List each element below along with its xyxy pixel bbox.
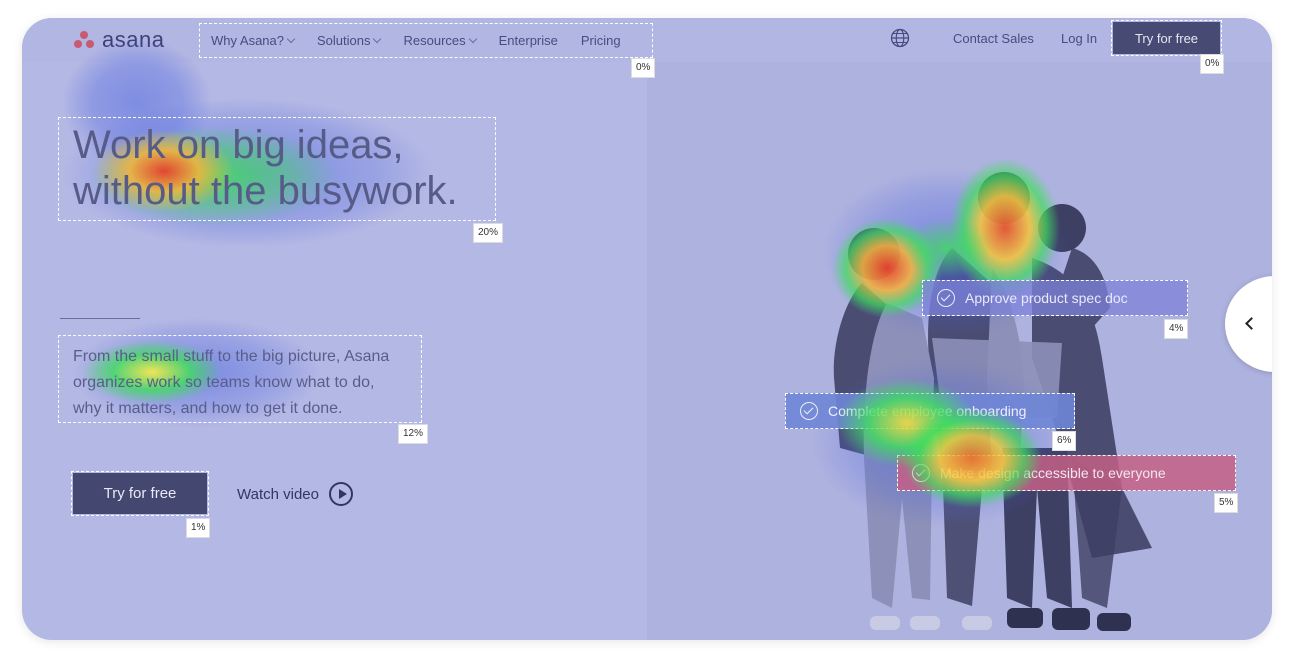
hero-paragraph: From the small stuff to the big picture,… — [73, 344, 443, 422]
task-attention-label: 4% — [1164, 319, 1189, 339]
check-circle-icon — [800, 402, 818, 420]
chevron-down-icon — [468, 34, 477, 44]
task-label: Make design accessible to everyone — [940, 465, 1166, 481]
nav-attention-label: 0% — [631, 58, 656, 78]
task-attention-label: 6% — [1052, 431, 1077, 451]
hero-headline: Work on big ideas, without the busywork. — [73, 122, 553, 214]
asana-logo-icon — [72, 30, 96, 50]
check-circle-icon — [937, 289, 955, 307]
task-attention-label: 5% — [1214, 493, 1239, 513]
asana-logo[interactable]: asana — [72, 27, 164, 53]
nav-why-asana[interactable]: Why Asana? — [211, 33, 296, 48]
headline-line-2: without the busywork. — [73, 169, 458, 213]
nav-enterprise[interactable]: Enterprise — [499, 33, 558, 48]
log-in-link[interactable]: Log In — [1061, 31, 1097, 46]
chevron-down-icon — [373, 34, 382, 44]
globe-icon[interactable] — [890, 28, 910, 48]
nav-label: Enterprise — [498, 33, 558, 48]
nav-pricing[interactable]: Pricing — [581, 33, 621, 48]
task-card-approve-spec[interactable]: Approve product spec doc — [922, 280, 1188, 316]
main-nav: Why Asana? Solutions Resources Enterpris… — [199, 23, 653, 58]
logo-text: asana — [102, 27, 165, 52]
nav-solutions[interactable]: Solutions — [317, 33, 382, 48]
header-try-attention-label: 0% — [1200, 54, 1225, 74]
top-navigation-bar: asana Why Asana? Solutions Resources Ent… — [22, 18, 1272, 78]
check-circle-icon — [912, 464, 930, 482]
hero-paragraph-box: From the small stuff to the big picture,… — [58, 335, 422, 423]
paragraph-attention-label: 12% — [398, 424, 429, 444]
nav-resources[interactable]: Resources — [403, 33, 477, 48]
watch-video-label: Watch video — [237, 485, 319, 503]
cta-attention-label: 1% — [186, 518, 211, 538]
contact-sales-link[interactable]: Contact Sales — [953, 31, 1034, 46]
page-frame: asana Why Asana? Solutions Resources Ent… — [22, 18, 1272, 640]
paragraph-line-3: why it matters, and how to get it done. — [73, 400, 343, 417]
headline-line-1: Work on big ideas, — [73, 123, 404, 167]
chevron-left-icon — [1245, 317, 1258, 330]
task-label: Complete employee onboarding — [828, 403, 1027, 419]
nav-label: Solutions — [317, 33, 371, 48]
watch-video-link[interactable]: Watch video — [237, 481, 353, 507]
paragraph-line-1: From the small stuff to the big picture,… — [73, 348, 390, 365]
hero-headline-box: Work on big ideas, without the busywork. — [58, 117, 496, 221]
chevron-down-icon — [286, 34, 296, 44]
nav-label: Resources — [403, 33, 466, 48]
paragraph-line-2: organizes work so teams know what to do, — [73, 374, 375, 391]
task-card-employee-onboarding[interactable]: Complete employee onboarding — [785, 393, 1075, 429]
play-icon — [328, 482, 353, 506]
team-photo — [833, 172, 1152, 631]
task-card-accessible-design[interactable]: Make design accessible to everyone — [897, 455, 1236, 491]
task-label: Approve product spec doc — [965, 290, 1128, 306]
divider-line — [60, 318, 140, 319]
headline-attention-label: 20% — [473, 223, 504, 243]
hero-try-for-free-button[interactable]: Try for free — [71, 471, 209, 516]
header-try-for-free-button[interactable]: Try for free — [1111, 20, 1222, 56]
nav-label: Pricing — [580, 33, 621, 48]
nav-label: Why Asana? — [211, 33, 284, 48]
